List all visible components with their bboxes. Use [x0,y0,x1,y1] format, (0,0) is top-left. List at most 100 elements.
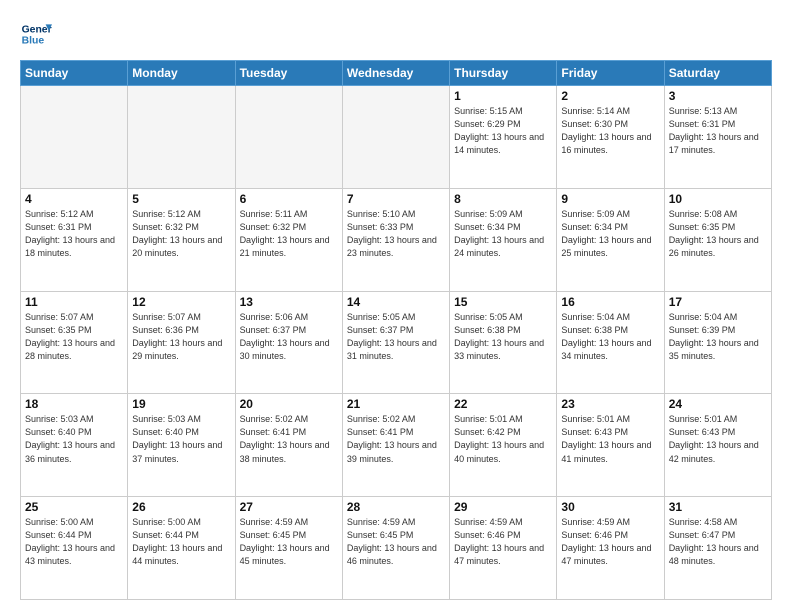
day-info: Sunrise: 5:05 AM Sunset: 6:38 PM Dayligh… [454,311,552,363]
day-number: 26 [132,500,230,514]
week-row-2: 11 Sunrise: 5:07 AM Sunset: 6:35 PM Dayli… [21,291,772,394]
day-number: 13 [240,295,338,309]
day-cell: 15 Sunrise: 5:05 AM Sunset: 6:38 PM Dayli… [450,291,557,394]
day-cell: 9Sunrise: 5:09 AM Sunset: 6:34 PM Daylig… [557,188,664,291]
day-cell: 10Sunrise: 5:08 AM Sunset: 6:35 PM Dayli… [664,188,771,291]
calendar-header-row: SundayMondayTuesdayWednesdayThursdayFrid… [21,61,772,86]
col-header-saturday: Saturday [664,61,771,86]
day-info: Sunrise: 5:01 AM Sunset: 6:43 PM Dayligh… [669,413,767,465]
page: General Blue SundayMondayTuesdayWednesda… [0,0,792,612]
week-row-0: 1 Sunrise: 5:15 AM Sunset: 6:29 PM Daylig… [21,86,772,189]
day-info: Sunrise: 5:04 AM Sunset: 6:39 PM Dayligh… [669,311,767,363]
day-cell [128,86,235,189]
day-cell: 16 Sunrise: 5:04 AM Sunset: 6:38 PM Dayli… [557,291,664,394]
day-number: 21 [347,397,445,411]
day-number: 8 [454,192,552,206]
day-number: 19 [132,397,230,411]
day-cell: 20 Sunrise: 5:02 AM Sunset: 6:41 PM Dayli… [235,394,342,497]
day-cell [235,86,342,189]
day-number: 22 [454,397,552,411]
day-cell: 13 Sunrise: 5:06 AM Sunset: 6:37 PM Dayli… [235,291,342,394]
day-number: 10 [669,192,767,206]
day-number: 12 [132,295,230,309]
day-info: Sunrise: 5:07 AM Sunset: 6:35 PM Dayligh… [25,311,123,363]
week-row-1: 4 Sunrise: 5:12 AM Sunset: 6:31 PM Daylig… [21,188,772,291]
day-info: Sunrise: 5:14 AM Sunset: 6:30 PM Dayligh… [561,105,659,157]
day-info: Sunrise: 5:04 AM Sunset: 6:38 PM Dayligh… [561,311,659,363]
day-cell: 8 Sunrise: 5:09 AM Sunset: 6:34 PM Daylig… [450,188,557,291]
day-number: 31 [669,500,767,514]
day-number: 15 [454,295,552,309]
day-number: 16 [561,295,659,309]
col-header-wednesday: Wednesday [342,61,449,86]
day-cell: 31 Sunrise: 4:58 AM Sunset: 6:47 PM Dayli… [664,497,771,600]
day-cell: 30 Sunrise: 4:59 AM Sunset: 6:46 PM Dayli… [557,497,664,600]
day-info: Sunrise: 5:06 AM Sunset: 6:37 PM Dayligh… [240,311,338,363]
day-cell: 7 Sunrise: 5:10 AM Sunset: 6:33 PM Daylig… [342,188,449,291]
day-number: 25 [25,500,123,514]
day-number: 18 [25,397,123,411]
day-number: 28 [347,500,445,514]
day-info: Sunrise: 5:02 AM Sunset: 6:41 PM Dayligh… [240,413,338,465]
day-cell: 25 Sunrise: 5:00 AM Sunset: 6:44 PM Dayli… [21,497,128,600]
week-row-3: 18 Sunrise: 5:03 AM Sunset: 6:40 PM Dayli… [21,394,772,497]
col-header-monday: Monday [128,61,235,86]
header: General Blue [20,18,772,50]
day-number: 27 [240,500,338,514]
day-cell: 18 Sunrise: 5:03 AM Sunset: 6:40 PM Dayli… [21,394,128,497]
day-cell: 26 Sunrise: 5:00 AM Sunset: 6:44 PM Dayli… [128,497,235,600]
day-info: Sunrise: 5:13 AM Sunset: 6:31 PM Dayligh… [669,105,767,157]
day-cell: 28 Sunrise: 4:59 AM Sunset: 6:45 PM Dayli… [342,497,449,600]
day-cell: 3 Sunrise: 5:13 AM Sunset: 6:31 PM Daylig… [664,86,771,189]
day-number: 3 [669,89,767,103]
day-number: 2 [561,89,659,103]
day-cell: 23 Sunrise: 5:01 AM Sunset: 6:43 PM Dayli… [557,394,664,497]
day-cell: 21Sunrise: 5:02 AM Sunset: 6:41 PM Dayli… [342,394,449,497]
day-info: Sunrise: 4:58 AM Sunset: 6:47 PM Dayligh… [669,516,767,568]
day-number: 17 [669,295,767,309]
day-cell: 27 Sunrise: 4:59 AM Sunset: 6:45 PM Dayli… [235,497,342,600]
day-number: 9 [561,192,659,206]
day-info: Sunrise: 5:00 AM Sunset: 6:44 PM Dayligh… [25,516,123,568]
day-cell: 22Sunrise: 5:01 AM Sunset: 6:42 PM Dayli… [450,394,557,497]
day-info: Sunrise: 5:15 AM Sunset: 6:29 PM Dayligh… [454,105,552,157]
day-info: Sunrise: 5:11 AM Sunset: 6:32 PM Dayligh… [240,208,338,260]
day-number: 6 [240,192,338,206]
col-header-friday: Friday [557,61,664,86]
col-header-tuesday: Tuesday [235,61,342,86]
day-info: Sunrise: 5:00 AM Sunset: 6:44 PM Dayligh… [132,516,230,568]
day-info: Sunrise: 4:59 AM Sunset: 6:46 PM Dayligh… [454,516,552,568]
day-number: 14 [347,295,445,309]
day-cell: 6 Sunrise: 5:11 AM Sunset: 6:32 PM Daylig… [235,188,342,291]
day-cell: 29 Sunrise: 4:59 AM Sunset: 6:46 PM Dayli… [450,497,557,600]
day-info: Sunrise: 5:09 AM Sunset: 6:34 PM Dayligh… [454,208,552,260]
day-number: 1 [454,89,552,103]
day-info: Sunrise: 5:03 AM Sunset: 6:40 PM Dayligh… [132,413,230,465]
day-info: Sunrise: 5:10 AM Sunset: 6:33 PM Dayligh… [347,208,445,260]
day-number: 30 [561,500,659,514]
day-number: 5 [132,192,230,206]
day-info: Sunrise: 5:03 AM Sunset: 6:40 PM Dayligh… [25,413,123,465]
day-cell [21,86,128,189]
day-number: 24 [669,397,767,411]
week-row-4: 25 Sunrise: 5:00 AM Sunset: 6:44 PM Dayli… [21,497,772,600]
day-cell: 14 Sunrise: 5:05 AM Sunset: 6:37 PM Dayli… [342,291,449,394]
day-number: 29 [454,500,552,514]
day-number: 11 [25,295,123,309]
day-cell: 1 Sunrise: 5:15 AM Sunset: 6:29 PM Daylig… [450,86,557,189]
day-info: Sunrise: 5:05 AM Sunset: 6:37 PM Dayligh… [347,311,445,363]
day-info: Sunrise: 4:59 AM Sunset: 6:46 PM Dayligh… [561,516,659,568]
day-info: Sunrise: 4:59 AM Sunset: 6:45 PM Dayligh… [347,516,445,568]
day-cell: 2 Sunrise: 5:14 AM Sunset: 6:30 PM Daylig… [557,86,664,189]
day-number: 20 [240,397,338,411]
col-header-sunday: Sunday [21,61,128,86]
calendar-table: SundayMondayTuesdayWednesdayThursdayFrid… [20,60,772,600]
day-info: Sunrise: 5:01 AM Sunset: 6:43 PM Dayligh… [561,413,659,465]
day-cell: 5 Sunrise: 5:12 AM Sunset: 6:32 PM Daylig… [128,188,235,291]
day-number: 4 [25,192,123,206]
day-info: Sunrise: 5:12 AM Sunset: 6:32 PM Dayligh… [132,208,230,260]
day-info: Sunrise: 5:12 AM Sunset: 6:31 PM Dayligh… [25,208,123,260]
day-info: Sunrise: 4:59 AM Sunset: 6:45 PM Dayligh… [240,516,338,568]
day-number: 23 [561,397,659,411]
day-number: 7 [347,192,445,206]
